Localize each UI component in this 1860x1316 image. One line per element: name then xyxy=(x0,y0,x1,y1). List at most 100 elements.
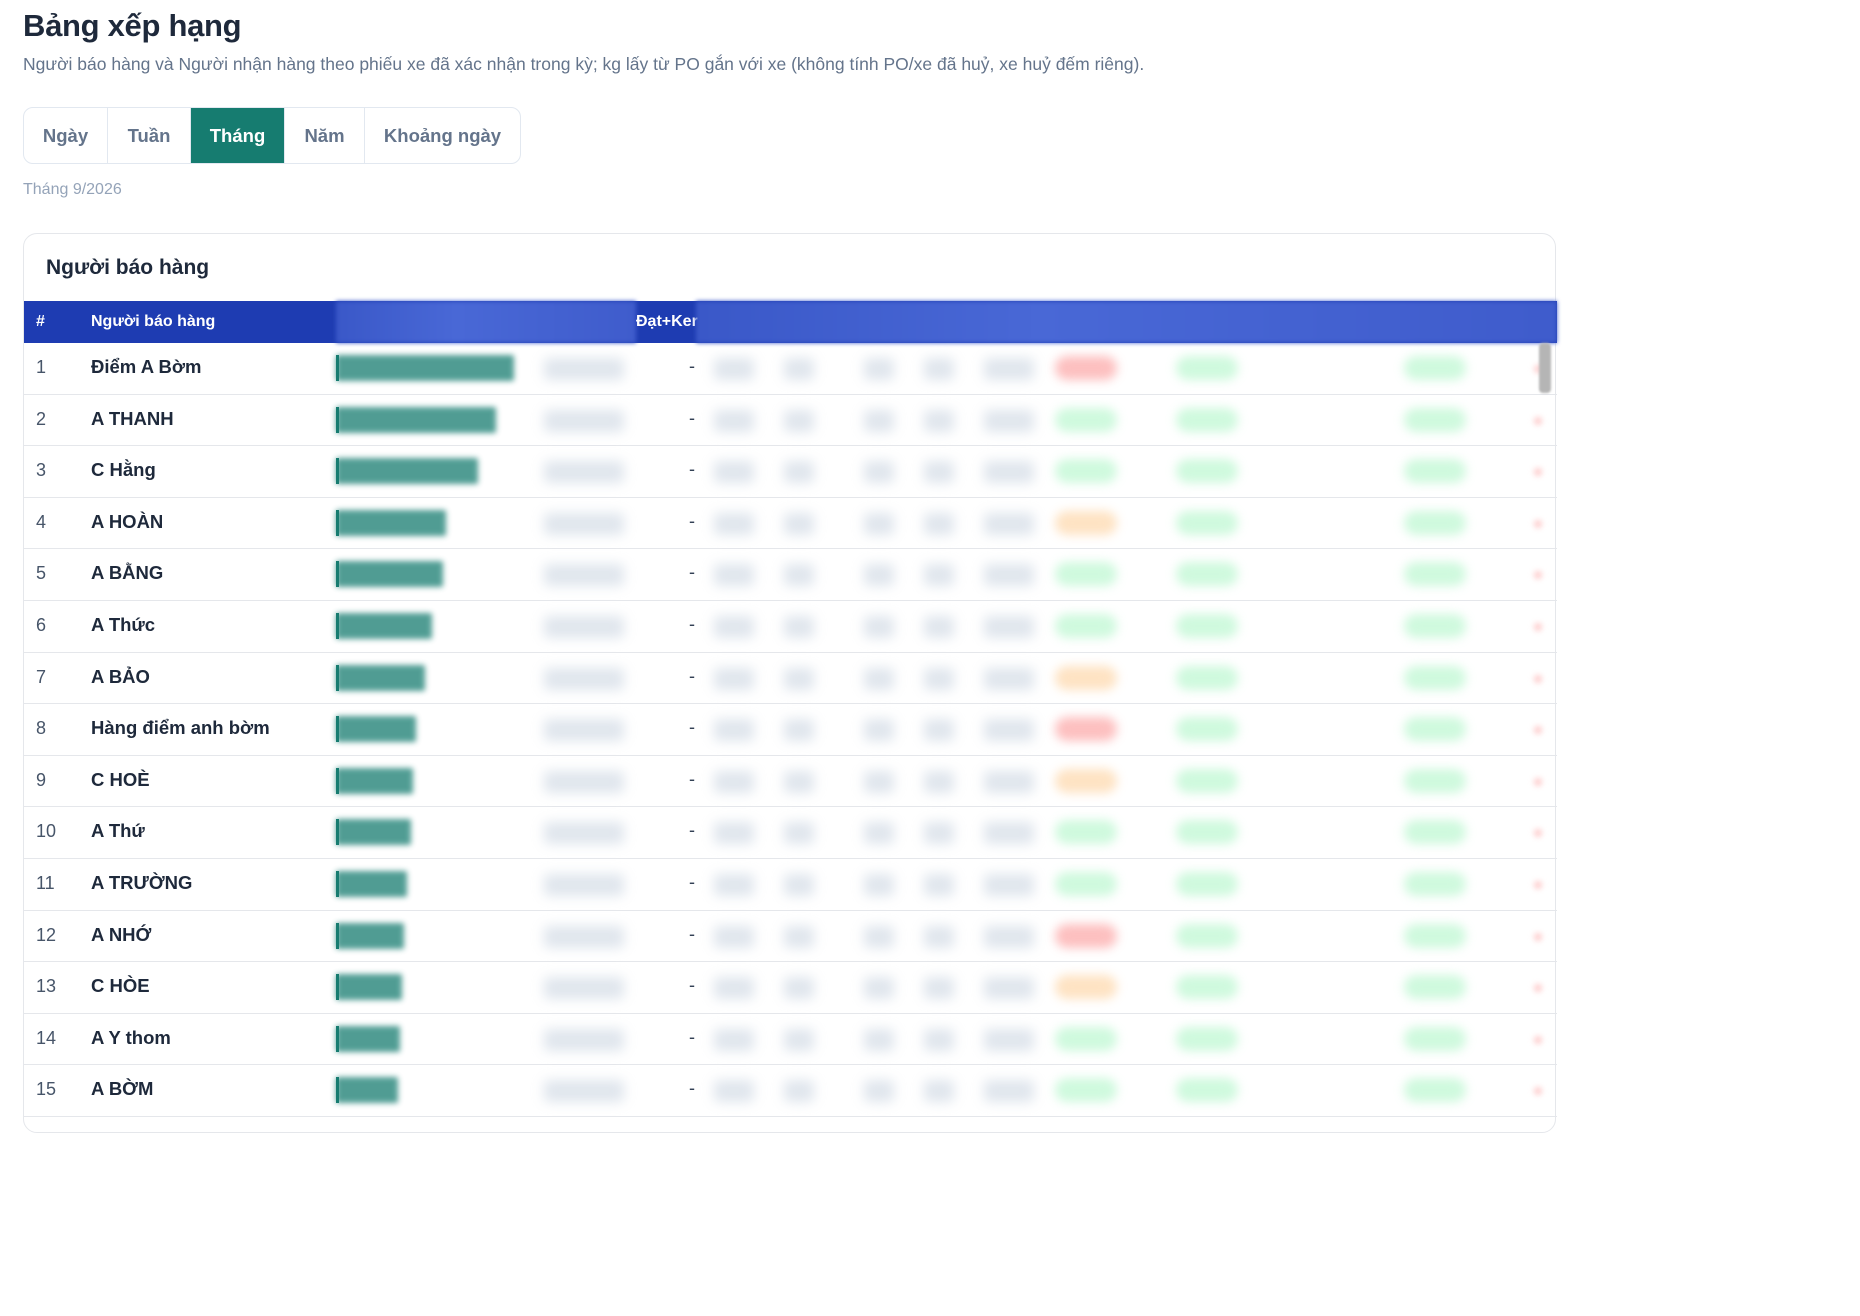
blurred-value xyxy=(864,822,894,845)
status-badge xyxy=(1055,872,1117,896)
table-row[interactable]: 1 Điểm A Bờm - xyxy=(24,343,1557,395)
kg-bar-edge xyxy=(336,458,339,485)
row-reporter-name: A NHỚ xyxy=(91,923,152,945)
row-reporter-name: Điểm A Bờm xyxy=(91,356,202,377)
status-badge xyxy=(1176,923,1238,948)
table-row[interactable]: 6 A Thức - xyxy=(24,601,1557,653)
blurred-value xyxy=(984,667,1034,690)
kg-bar-edge xyxy=(336,406,339,433)
blurred-indicator xyxy=(1534,984,1542,993)
blurred-value xyxy=(864,461,894,484)
row-reporter-name: Hàng điểm anh bờm xyxy=(91,717,270,739)
table-row[interactable]: 15 A BỜM - xyxy=(24,1065,1557,1117)
status-badge xyxy=(1176,407,1238,432)
blurred-value xyxy=(984,719,1034,742)
table-row[interactable]: 14 A Y thom - xyxy=(24,1014,1557,1066)
blurred-value xyxy=(714,667,754,690)
status-badge xyxy=(1404,356,1466,380)
table-row[interactable]: 10 A Thứ - xyxy=(24,807,1557,859)
kg-bar-track xyxy=(336,767,514,794)
blurred-value xyxy=(784,1028,814,1051)
row-rank: 3 xyxy=(36,460,47,481)
kg-bar-edge xyxy=(336,664,339,691)
blurred-value xyxy=(784,925,814,948)
blurred-value xyxy=(714,1080,754,1103)
table-row[interactable]: 5 A BẰNG - xyxy=(24,549,1557,601)
blurred-value xyxy=(784,822,814,845)
kg-bar-edge xyxy=(336,871,339,897)
table-row[interactable]: 7 A BẢO - xyxy=(24,653,1557,705)
blurred-value xyxy=(984,358,1034,380)
blurred-indicator xyxy=(1534,1087,1542,1096)
column-header-partial[interactable]: Đạt+Ker xyxy=(636,313,698,331)
blurred-value xyxy=(984,822,1034,845)
status-badge xyxy=(1176,872,1238,896)
table-row[interactable]: 8 Hàng điểm anh bờm - xyxy=(24,704,1557,756)
table-row[interactable]: 13 C HÒE - xyxy=(24,962,1557,1014)
row-dash: - xyxy=(689,665,695,686)
blurred-value xyxy=(784,719,814,742)
kg-bar-edge xyxy=(336,819,339,846)
row-reporter-name: A Thứ xyxy=(91,820,145,842)
blurred-value xyxy=(714,358,754,380)
row-reporter-name: C HOÈ xyxy=(91,768,150,790)
blurred-value xyxy=(924,564,954,587)
tab-date-range[interactable]: Khoảng ngày xyxy=(365,108,520,163)
blurred-indicator xyxy=(1534,623,1542,631)
kg-bar xyxy=(336,767,413,794)
row-rank: 10 xyxy=(36,821,57,842)
blurred-indicator xyxy=(1534,468,1542,477)
row-reporter-name: A BỜM xyxy=(91,1078,154,1100)
blurred-value xyxy=(714,874,754,896)
blurred-value xyxy=(984,512,1034,535)
status-badge xyxy=(1404,975,1466,1000)
column-header-name[interactable]: Người báo hàng xyxy=(91,313,215,331)
tab-year[interactable]: Năm xyxy=(285,108,365,163)
status-badge xyxy=(1055,562,1117,587)
row-dash: - xyxy=(689,407,695,428)
blurred-value xyxy=(714,512,754,535)
period-tabs: Ngày Tuần Tháng Năm Khoảng ngày xyxy=(23,107,521,164)
blurred-value xyxy=(714,564,754,587)
blurred-value xyxy=(864,925,894,948)
blurred-value xyxy=(784,616,814,638)
blurred-indicator xyxy=(1534,932,1542,941)
column-header-rank[interactable]: # xyxy=(36,313,45,331)
status-badge xyxy=(1404,562,1466,587)
tab-day[interactable]: Ngày xyxy=(24,108,108,163)
status-badge xyxy=(1404,768,1466,793)
table-row[interactable]: 11 A TRƯỜNG - xyxy=(24,859,1557,911)
blurred-value xyxy=(714,719,754,742)
kg-bar-track xyxy=(336,1077,514,1104)
blurred-value xyxy=(864,719,894,742)
scrollbar-thumb[interactable] xyxy=(1539,343,1551,393)
table-row[interactable]: 9 C HOÈ - xyxy=(24,756,1557,808)
kg-bar-track xyxy=(336,664,514,691)
table-row[interactable]: 3 C Hằng - xyxy=(24,446,1557,498)
blurred-value xyxy=(544,409,624,432)
blurred-value xyxy=(714,616,754,638)
tab-week[interactable]: Tuần xyxy=(108,108,191,163)
row-rank: 4 xyxy=(36,511,47,532)
row-reporter-name: A Thức xyxy=(91,614,156,635)
kg-bar-track xyxy=(336,355,514,381)
blurred-indicator xyxy=(1534,571,1542,580)
tab-month[interactable]: Tháng xyxy=(191,108,285,163)
blurred-value xyxy=(544,925,624,948)
row-dash: - xyxy=(689,1026,695,1047)
kg-bar-track xyxy=(336,458,514,485)
blurred-value xyxy=(924,977,954,1000)
blurred-value xyxy=(714,770,754,793)
table-row[interactable]: 2 A THANH - xyxy=(24,395,1557,447)
table-row[interactable]: 12 A NHỚ - xyxy=(24,911,1557,963)
kg-bar xyxy=(336,974,402,1001)
status-badge xyxy=(1055,614,1117,638)
kg-bar xyxy=(336,922,404,949)
status-badge xyxy=(1055,975,1117,1000)
row-reporter-name: A THANH xyxy=(91,407,174,429)
blurred-value xyxy=(984,874,1034,896)
table-row[interactable]: 4 A HOÀN - xyxy=(24,498,1557,550)
blurred-value xyxy=(544,770,624,793)
kg-bar-edge xyxy=(336,922,339,949)
row-rank: 6 xyxy=(36,615,47,635)
